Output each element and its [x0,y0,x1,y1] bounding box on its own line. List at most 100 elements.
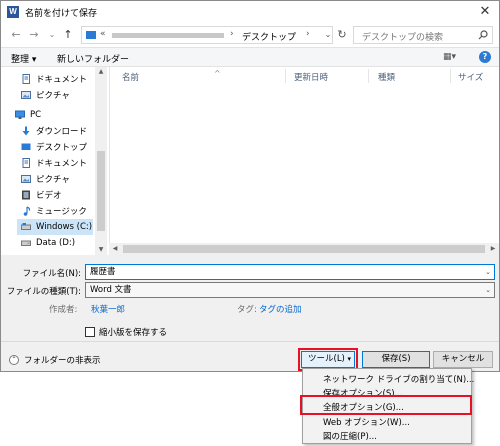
filetype-select[interactable]: Word 文書 ⌄ [85,282,495,298]
nav-item-label: デスクトップ [36,143,88,153]
menu-item-web-options[interactable]: Web オプション(W)... [323,416,410,428]
nav-item-downloads[interactable]: ダウンロード [21,123,87,139]
video-icon [22,190,30,200]
filename-input[interactable]: 履歴書 ⌄ [85,264,495,280]
nav-item-label: ドキュメント [36,75,88,85]
word-icon: W [7,6,19,18]
nav-item-drive-c[interactable]: Windows (C:) [17,219,93,235]
nav-item-label: ビデオ [36,191,62,201]
author-label: 作成者: [49,305,78,315]
nav-item-label: ピクチャ [36,175,70,185]
file-list-horizontal-scrollbar[interactable]: ◀ ▶ [109,243,499,255]
search-input[interactable]: デスクトップの検索 [353,26,493,44]
nav-item-drive-d[interactable]: Data (D:) [21,235,75,251]
scrollbar-thumb[interactable] [97,151,105,231]
nav-item-documents-quick[interactable]: ドキュメント [21,71,87,87]
hide-folders-label: フォルダーの非表示 [24,356,101,366]
nav-item-label: ダウンロード [36,127,88,137]
nav-item-label: Data (D:) [36,238,76,248]
view-options-button[interactable]: ▦▾ [443,52,456,62]
column-divider[interactable] [450,69,451,83]
window-title: 名前を付けて保存 [25,9,98,19]
column-header-size[interactable]: サイズ [458,71,483,83]
column-header-type[interactable]: 種類 [378,71,395,83]
column-divider[interactable] [368,69,369,83]
forward-button[interactable]: → [27,27,41,43]
menu-item-map-network-drive[interactable]: ネットワーク ドライブの割り当て(N)... [323,373,474,385]
column-header-modified[interactable]: 更新日時 [294,71,328,83]
navigation-pane-scrollbar[interactable]: ▲ ▼ [95,67,107,255]
save-as-dialog: W 名前を付けて保存 ✕ ← → ⌄ ↑ « › デスクトップ › ⌄ ↻ デス… [0,0,500,372]
hide-folders-toggle[interactable]: ⌃ フォルダーの非表示 [9,354,101,366]
address-path-redacted[interactable] [112,33,224,38]
nav-item-label: PC [30,110,42,120]
command-bar: 整理 ▾ 新しいフォルダー ▦▾ ? [1,47,499,67]
drive-icon [21,240,31,246]
scroll-left-arrow-icon[interactable]: ◀ [109,243,121,255]
document-icon [22,74,30,84]
filetype-label: ファイルの種類(T): [6,287,81,297]
highlight-box-general-options [300,395,472,415]
column-header-label: 名前 [122,73,140,83]
organize-button[interactable]: 整理 ▾ [11,52,36,65]
scrollbar-thumb[interactable] [123,245,485,253]
navigation-bar: ← → ⌄ ↑ « › デスクトップ › ⌄ ↻ デスクトップの検索 [1,23,499,47]
music-icon [23,206,31,216]
desktop-icon [21,143,31,150]
nav-item-videos[interactable]: ビデオ [21,187,62,203]
column-divider[interactable] [285,69,286,83]
nav-item-label: Windows (C:) [36,222,93,232]
address-bar[interactable]: « › デスクトップ › [81,26,333,44]
close-button[interactable]: ✕ [477,4,493,20]
menu-item-compress-pictures[interactable]: 図の圧縮(P)... [323,430,377,442]
cancel-button[interactable]: キャンセル [433,351,493,368]
scroll-down-arrow-icon[interactable]: ▼ [95,245,107,255]
column-header-name[interactable]: 名前 ^ [122,69,221,83]
back-button[interactable]: ← [9,27,23,43]
sort-ascending-icon: ^ [214,69,221,78]
address-prefix[interactable]: « [100,29,106,39]
chevron-down-icon[interactable]: ⌄ [485,265,491,279]
breadcrumb-current[interactable]: デスクトップ [242,30,296,43]
address-dropdown-button[interactable]: ⌄ [321,26,335,44]
nav-item-pictures[interactable]: ピクチャ [21,171,70,187]
help-icon[interactable]: ? [479,51,491,63]
scroll-right-arrow-icon[interactable]: ▶ [487,243,499,255]
nav-item-music[interactable]: ミュージック [21,203,87,219]
search-icon [478,30,488,40]
filetype-value: Word 文書 [90,285,132,295]
folder-icon [86,31,96,39]
nav-item-label: ドキュメント [36,159,88,169]
drive-icon [21,223,31,230]
filename-label: ファイル名(N): [22,269,81,279]
document-icon [22,158,30,168]
breadcrumb-separator[interactable]: › [230,29,234,39]
chevron-down-icon[interactable]: ⌄ [485,283,491,297]
nav-item-pc[interactable]: PC [15,107,41,123]
file-list[interactable]: 名前 ^ 更新日時 種類 サイズ [109,67,499,255]
save-button[interactable]: 保存(S) [362,351,430,368]
picture-icon [21,175,31,183]
save-thumbnail-checkbox[interactable] [85,327,95,337]
author-value-link[interactable]: 秋葉一郎 [91,303,125,315]
breadcrumb-separator[interactable]: › [306,29,310,39]
nav-item-label: ミュージック [36,207,87,217]
up-button[interactable]: ↑ [61,27,75,43]
navigation-pane: ドキュメント ピクチャ PC ダウンロード デスクトップ ドキュメント ピクチャ [1,67,109,255]
title-bar: W 名前を付けて保存 ✕ [1,1,499,23]
nav-item-desktop[interactable]: デスクトップ [21,139,87,155]
new-folder-button[interactable]: 新しいフォルダー [57,52,129,65]
save-thumbnail-label[interactable]: 縮小版を保存する [99,326,167,338]
refresh-button[interactable]: ↻ [335,26,349,44]
search-placeholder: デスクトップの検索 [362,33,444,43]
divider [1,341,499,342]
nav-item-documents[interactable]: ドキュメント [21,155,87,171]
nav-item-pictures-quick[interactable]: ピクチャ [21,87,70,103]
download-icon [22,126,30,136]
picture-icon [21,91,31,99]
pc-icon [15,110,25,119]
filename-value: 履歴書 [90,267,116,277]
scroll-up-arrow-icon[interactable]: ▲ [95,67,107,77]
recent-locations-button[interactable]: ⌄ [45,27,59,43]
tags-add-link[interactable]: タグの追加 [259,303,302,315]
